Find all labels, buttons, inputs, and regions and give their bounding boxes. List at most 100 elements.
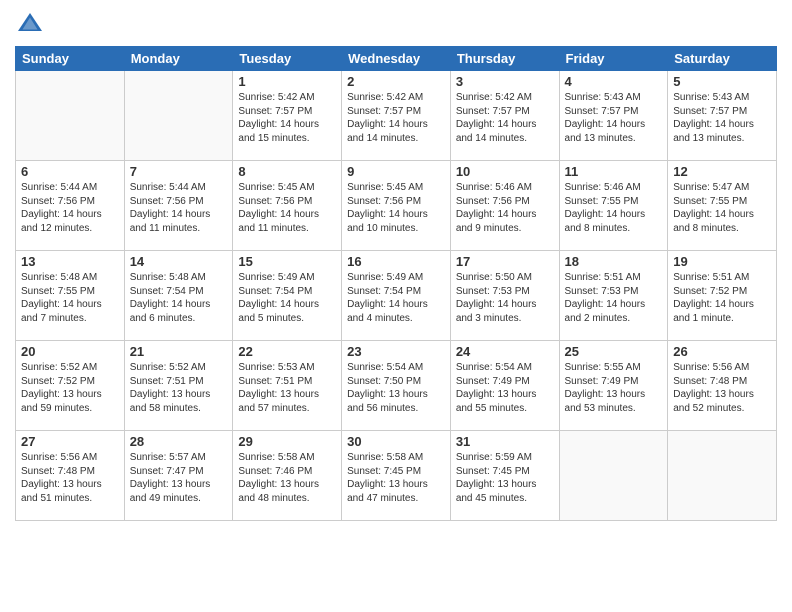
day-number: 7	[130, 164, 228, 179]
calendar-cell: 4 Sunrise: 5:43 AM Sunset: 7:57 PM Daylig…	[559, 71, 668, 161]
day-info: Sunrise: 5:51 AM Sunset: 7:52 PM Dayligh…	[673, 271, 771, 325]
calendar-cell	[668, 431, 777, 521]
logo-icon	[15, 10, 45, 40]
day-number: 12	[673, 164, 771, 179]
day-info: Sunrise: 5:44 AM Sunset: 7:56 PM Dayligh…	[130, 181, 228, 235]
calendar-cell: 15 Sunrise: 5:49 AM Sunset: 7:54 PM Dayli…	[233, 251, 342, 341]
day-number: 24	[456, 344, 554, 359]
calendar-cell: 28 Sunrise: 5:57 AM Sunset: 7:47 PM Dayli…	[124, 431, 233, 521]
day-number: 14	[130, 254, 228, 269]
page: SundayMondayTuesdayWednesdayThursdayFrid…	[0, 0, 792, 531]
day-number: 31	[456, 434, 554, 449]
day-info: Sunrise: 5:56 AM Sunset: 7:48 PM Dayligh…	[673, 361, 771, 415]
day-number: 11	[565, 164, 663, 179]
day-info: Sunrise: 5:48 AM Sunset: 7:54 PM Dayligh…	[130, 271, 228, 325]
day-number: 6	[21, 164, 119, 179]
day-number: 27	[21, 434, 119, 449]
day-info: Sunrise: 5:55 AM Sunset: 7:49 PM Dayligh…	[565, 361, 663, 415]
calendar-header-row: SundayMondayTuesdayWednesdayThursdayFrid…	[16, 47, 777, 71]
day-info: Sunrise: 5:45 AM Sunset: 7:56 PM Dayligh…	[238, 181, 336, 235]
day-info: Sunrise: 5:49 AM Sunset: 7:54 PM Dayligh…	[238, 271, 336, 325]
day-number: 19	[673, 254, 771, 269]
day-number: 20	[21, 344, 119, 359]
calendar-week-0: 1 Sunrise: 5:42 AM Sunset: 7:57 PM Daylig…	[16, 71, 777, 161]
day-info: Sunrise: 5:57 AM Sunset: 7:47 PM Dayligh…	[130, 451, 228, 505]
logo	[15, 10, 49, 40]
day-number: 28	[130, 434, 228, 449]
calendar-cell: 5 Sunrise: 5:43 AM Sunset: 7:57 PM Daylig…	[668, 71, 777, 161]
calendar-cell: 20 Sunrise: 5:52 AM Sunset: 7:52 PM Dayli…	[16, 341, 125, 431]
day-info: Sunrise: 5:43 AM Sunset: 7:57 PM Dayligh…	[565, 91, 663, 145]
day-info: Sunrise: 5:58 AM Sunset: 7:45 PM Dayligh…	[347, 451, 445, 505]
calendar-cell: 21Sunrise: 5:52 AM Sunset: 7:51 PM Dayli…	[124, 341, 233, 431]
calendar-cell: 1Sunrise: 5:42 AM Sunset: 7:57 PM Daylig…	[233, 71, 342, 161]
calendar-cell: 22Sunrise: 5:53 AM Sunset: 7:51 PM Dayli…	[233, 341, 342, 431]
day-info: Sunrise: 5:56 AM Sunset: 7:48 PM Dayligh…	[21, 451, 119, 505]
col-header-sunday: Sunday	[16, 47, 125, 71]
day-number: 23	[347, 344, 445, 359]
calendar-cell: 18 Sunrise: 5:51 AM Sunset: 7:53 PM Dayli…	[559, 251, 668, 341]
day-number: 3	[456, 74, 554, 89]
calendar-cell: 9Sunrise: 5:45 AM Sunset: 7:56 PM Daylig…	[342, 161, 451, 251]
day-info: Sunrise: 5:54 AM Sunset: 7:50 PM Dayligh…	[347, 361, 445, 415]
calendar-table: SundayMondayTuesdayWednesdayThursdayFrid…	[15, 46, 777, 521]
calendar-cell: 27 Sunrise: 5:56 AM Sunset: 7:48 PM Dayli…	[16, 431, 125, 521]
day-number: 10	[456, 164, 554, 179]
day-info: Sunrise: 5:58 AM Sunset: 7:46 PM Dayligh…	[238, 451, 336, 505]
day-info: Sunrise: 5:53 AM Sunset: 7:51 PM Dayligh…	[238, 361, 336, 415]
day-info: Sunrise: 5:46 AM Sunset: 7:55 PM Dayligh…	[565, 181, 663, 235]
calendar-cell: 24 Sunrise: 5:54 AM Sunset: 7:49 PM Dayli…	[450, 341, 559, 431]
day-info: Sunrise: 5:52 AM Sunset: 7:52 PM Dayligh…	[21, 361, 119, 415]
col-header-thursday: Thursday	[450, 47, 559, 71]
col-header-monday: Monday	[124, 47, 233, 71]
calendar-cell: 13 Sunrise: 5:48 AM Sunset: 7:55 PM Dayli…	[16, 251, 125, 341]
day-number: 4	[565, 74, 663, 89]
day-info: Sunrise: 5:54 AM Sunset: 7:49 PM Dayligh…	[456, 361, 554, 415]
day-info: Sunrise: 5:42 AM Sunset: 7:57 PM Dayligh…	[347, 91, 445, 145]
calendar-cell: 29Sunrise: 5:58 AM Sunset: 7:46 PM Dayli…	[233, 431, 342, 521]
day-number: 18	[565, 254, 663, 269]
calendar-cell: 7 Sunrise: 5:44 AM Sunset: 7:56 PM Daylig…	[124, 161, 233, 251]
day-number: 5	[673, 74, 771, 89]
day-info: Sunrise: 5:48 AM Sunset: 7:55 PM Dayligh…	[21, 271, 119, 325]
calendar-cell: 17 Sunrise: 5:50 AM Sunset: 7:53 PM Dayli…	[450, 251, 559, 341]
calendar-cell: 11 Sunrise: 5:46 AM Sunset: 7:55 PM Dayli…	[559, 161, 668, 251]
day-info: Sunrise: 5:45 AM Sunset: 7:56 PM Dayligh…	[347, 181, 445, 235]
day-info: Sunrise: 5:46 AM Sunset: 7:56 PM Dayligh…	[456, 181, 554, 235]
calendar-cell: 25 Sunrise: 5:55 AM Sunset: 7:49 PM Dayli…	[559, 341, 668, 431]
calendar-cell: 3 Sunrise: 5:42 AM Sunset: 7:57 PM Daylig…	[450, 71, 559, 161]
calendar-week-2: 13 Sunrise: 5:48 AM Sunset: 7:55 PM Dayli…	[16, 251, 777, 341]
day-number: 2	[347, 74, 445, 89]
day-info: Sunrise: 5:43 AM Sunset: 7:57 PM Dayligh…	[673, 91, 771, 145]
calendar-cell: 14 Sunrise: 5:48 AM Sunset: 7:54 PM Dayli…	[124, 251, 233, 341]
day-info: Sunrise: 5:44 AM Sunset: 7:56 PM Dayligh…	[21, 181, 119, 235]
calendar-cell: 10 Sunrise: 5:46 AM Sunset: 7:56 PM Dayli…	[450, 161, 559, 251]
calendar-cell	[16, 71, 125, 161]
calendar-week-4: 27 Sunrise: 5:56 AM Sunset: 7:48 PM Dayli…	[16, 431, 777, 521]
day-number: 15	[238, 254, 336, 269]
calendar-cell	[559, 431, 668, 521]
day-info: Sunrise: 5:47 AM Sunset: 7:55 PM Dayligh…	[673, 181, 771, 235]
calendar-cell: 30Sunrise: 5:58 AM Sunset: 7:45 PM Dayli…	[342, 431, 451, 521]
calendar-cell: 8Sunrise: 5:45 AM Sunset: 7:56 PM Daylig…	[233, 161, 342, 251]
day-number: 17	[456, 254, 554, 269]
calendar-cell: 26 Sunrise: 5:56 AM Sunset: 7:48 PM Dayli…	[668, 341, 777, 431]
day-info: Sunrise: 5:42 AM Sunset: 7:57 PM Dayligh…	[456, 91, 554, 145]
col-header-saturday: Saturday	[668, 47, 777, 71]
day-info: Sunrise: 5:49 AM Sunset: 7:54 PM Dayligh…	[347, 271, 445, 325]
day-number: 26	[673, 344, 771, 359]
col-header-friday: Friday	[559, 47, 668, 71]
day-info: Sunrise: 5:50 AM Sunset: 7:53 PM Dayligh…	[456, 271, 554, 325]
day-info: Sunrise: 5:51 AM Sunset: 7:53 PM Dayligh…	[565, 271, 663, 325]
calendar-cell	[124, 71, 233, 161]
calendar-cell: 23 Sunrise: 5:54 AM Sunset: 7:50 PM Dayli…	[342, 341, 451, 431]
day-number: 25	[565, 344, 663, 359]
day-number: 21	[130, 344, 228, 359]
calendar-cell: 2 Sunrise: 5:42 AM Sunset: 7:57 PM Daylig…	[342, 71, 451, 161]
col-header-tuesday: Tuesday	[233, 47, 342, 71]
col-header-wednesday: Wednesday	[342, 47, 451, 71]
header	[15, 10, 777, 40]
day-number: 1	[238, 74, 336, 89]
day-number: 13	[21, 254, 119, 269]
calendar-cell: 19 Sunrise: 5:51 AM Sunset: 7:52 PM Dayli…	[668, 251, 777, 341]
